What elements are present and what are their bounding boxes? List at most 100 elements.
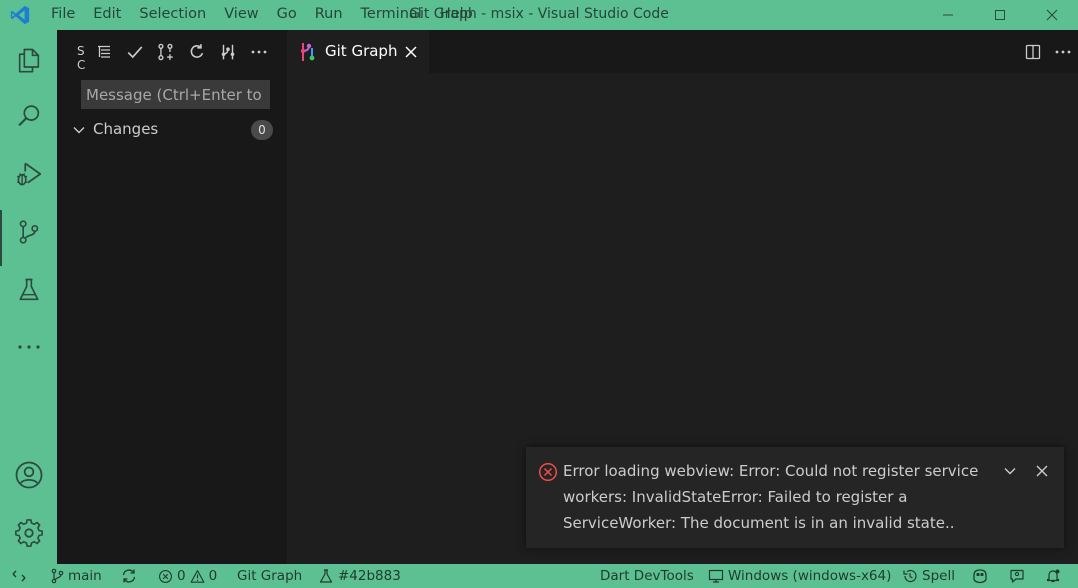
error-icon <box>538 462 558 482</box>
sidebar-toolbar: SOURCE CONTROL <box>57 30 287 74</box>
view-as-tree-button[interactable] <box>94 42 114 62</box>
warning-icon <box>190 569 205 583</box>
account-icon <box>15 461 42 489</box>
feedback-icon <box>1010 569 1024 583</box>
git-pull-request-create-icon <box>158 43 173 61</box>
error-count: 0 <box>177 568 186 584</box>
ellipsis-icon <box>1055 50 1071 53</box>
vscode-logo-icon <box>9 4 31 26</box>
sidebar-title: SOURCE CONTROL <box>77 44 85 72</box>
menu-edit[interactable]: Edit <box>84 0 130 30</box>
window-controls <box>922 0 1078 30</box>
changes-group-header[interactable]: Changes 0 <box>57 118 287 142</box>
spell-check-button[interactable]: Spell <box>902 564 955 588</box>
platform-label: Windows (windows-x64) <box>728 568 892 584</box>
source-control-sidebar: SOURCE CONTROL <box>57 30 287 564</box>
maximize-icon <box>995 10 1005 20</box>
notifications-button[interactable] <box>1045 564 1061 588</box>
activity-bar <box>0 30 57 564</box>
platform-indicator[interactable]: Windows (windows-x64) <box>708 564 891 588</box>
close-icon <box>1036 465 1048 477</box>
source-control-icon <box>19 220 38 244</box>
search-icon <box>17 105 39 127</box>
menu-view[interactable]: View <box>215 0 267 30</box>
menu-run[interactable]: Run <box>306 0 352 30</box>
maximize-button[interactable] <box>974 0 1026 30</box>
minimize-button[interactable] <box>922 0 974 30</box>
testing-button[interactable] <box>0 266 57 314</box>
more-icon <box>17 345 40 349</box>
create-pull-request-button[interactable] <box>156 42 176 62</box>
branch-name: main <box>68 568 102 584</box>
split-editor-button[interactable] <box>1018 30 1048 73</box>
git-graph-icon <box>221 44 235 60</box>
copilot-button[interactable] <box>971 564 989 588</box>
commit-hash: #42b883 <box>338 568 401 584</box>
accounts-button[interactable] <box>0 451 57 499</box>
branch-indicator[interactable]: main <box>50 564 102 588</box>
editor-tab-bar: Git Graph <box>287 30 1078 73</box>
explorer-icon <box>18 48 39 73</box>
dart-devtools-button[interactable]: Dart DevTools <box>600 564 694 588</box>
problems-indicator[interactable]: 0 0 <box>158 564 217 588</box>
run-debug-icon <box>16 162 41 186</box>
warning-count: 0 <box>208 568 218 584</box>
status-bar: main 0 0 Git Graph #42b883 Dart DevTools <box>0 564 1078 588</box>
spell-label: Spell <box>922 568 955 584</box>
split-editor-icon <box>1025 44 1041 59</box>
git-graph-tab-icon <box>300 43 315 61</box>
source-control-button[interactable] <box>0 208 57 266</box>
menu-go[interactable]: Go <box>268 0 306 30</box>
menu-help[interactable]: Help <box>431 0 482 30</box>
copilot-icon <box>973 569 987 584</box>
remote-indicator[interactable] <box>11 564 27 588</box>
sync-button[interactable] <box>121 564 137 588</box>
bell-dot-icon <box>1046 569 1060 583</box>
sync-icon <box>122 569 136 583</box>
error-icon <box>159 569 172 583</box>
menu-terminal[interactable]: Terminal <box>352 0 431 30</box>
title-bar: File Edit Selection View Go Run Terminal… <box>0 0 1078 30</box>
view-git-graph-button[interactable] <box>218 42 238 62</box>
chevron-down-icon <box>73 127 85 134</box>
history-icon <box>903 569 917 583</box>
chevron-down-icon <box>1004 468 1016 475</box>
menu-selection[interactable]: Selection <box>130 0 215 30</box>
manage-gear-icon <box>14 519 43 547</box>
explorer-button[interactable] <box>0 36 57 84</box>
dart-devtools-label: Dart DevTools <box>600 568 694 584</box>
menu-bar: File Edit Selection View Go Run Terminal… <box>42 0 482 30</box>
search-button[interactable] <box>0 92 57 140</box>
manage-button[interactable] <box>0 509 57 557</box>
editor-more-actions-button[interactable] <box>1048 30 1078 73</box>
remote-icon <box>12 570 26 582</box>
refresh-button[interactable] <box>187 42 207 62</box>
git-graph-status-button[interactable]: Git Graph <box>237 564 302 588</box>
tab-git-graph[interactable]: Git Graph <box>287 30 429 73</box>
check-icon <box>127 46 143 59</box>
close-tab-icon[interactable] <box>403 44 419 60</box>
monitor-icon <box>708 569 724 583</box>
menu-file[interactable]: File <box>42 0 84 30</box>
commit-message-input[interactable] <box>81 80 270 109</box>
editor-actions <box>1018 30 1078 73</box>
commit-indicator[interactable]: #42b883 <box>318 564 401 588</box>
git-branch-icon <box>51 568 64 584</box>
commit-button[interactable] <box>125 42 145 62</box>
changes-count-badge: 0 <box>251 120 273 140</box>
notification-close-button[interactable] <box>1032 461 1052 481</box>
testing-icon <box>18 278 39 301</box>
minimize-icon <box>943 14 953 16</box>
vue-flask-icon <box>319 569 333 583</box>
more-views-button[interactable] <box>0 323 57 371</box>
notification-message: Error loading webview: Error: Could not … <box>563 462 979 532</box>
changes-label: Changes <box>93 120 159 138</box>
error-notification: Error loading webview: Error: Could not … <box>526 447 1064 548</box>
run-debug-button[interactable] <box>0 150 57 198</box>
close-window-button[interactable] <box>1026 0 1078 30</box>
notification-expand-button[interactable] <box>1000 461 1020 481</box>
more-actions-button[interactable] <box>249 42 269 62</box>
refresh-icon <box>190 44 204 58</box>
close-icon <box>1046 9 1058 21</box>
feedback-button[interactable] <box>1009 564 1025 588</box>
